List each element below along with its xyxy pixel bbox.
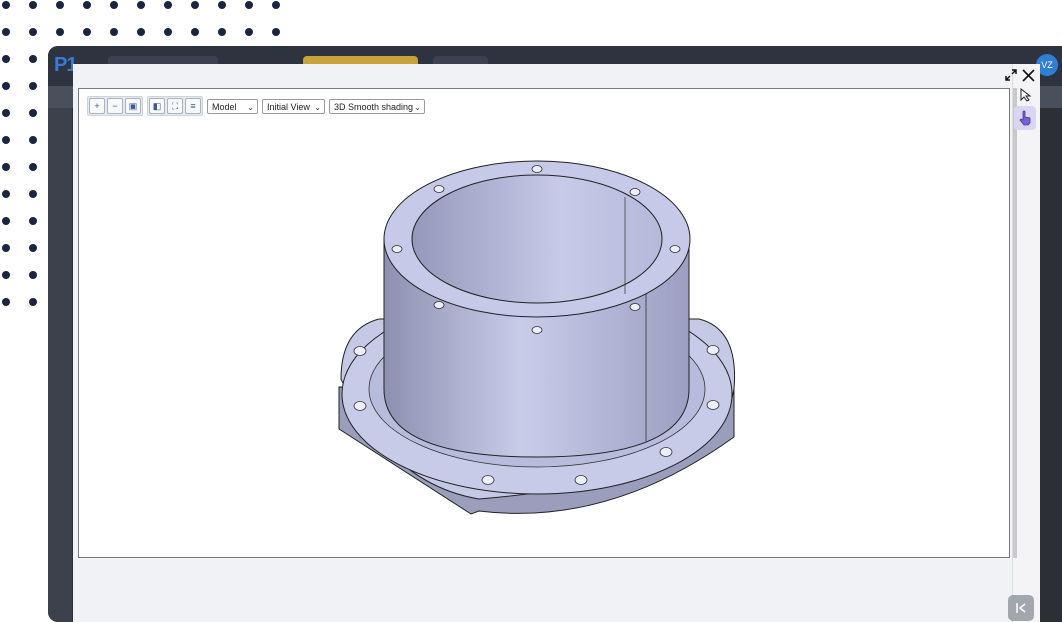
- camera-select[interactable]: Initial View ⌄: [262, 98, 325, 114]
- chevron-down-icon: ⌄: [314, 102, 321, 112]
- maximize-icon[interactable]: [1003, 67, 1019, 83]
- model-select-value: Model: [212, 101, 237, 112]
- decorative-dot: [110, 28, 118, 36]
- decorative-dot: [29, 136, 37, 144]
- decorative-dot: [110, 1, 118, 9]
- decorative-dot: [2, 190, 10, 198]
- layers-icon[interactable]: ≡: [185, 98, 201, 114]
- decorative-dot: [2, 82, 10, 90]
- decorative-dot: [29, 109, 37, 117]
- decorative-dot: [2, 217, 10, 225]
- decorative-dot: [29, 55, 37, 63]
- decorative-dot: [245, 1, 253, 9]
- decorative-dot: [137, 28, 145, 36]
- fullscreen-icon[interactable]: ⛶: [167, 98, 183, 114]
- decorative-dot: [2, 298, 10, 306]
- close-icon[interactable]: [1019, 66, 1037, 84]
- decorative-dot: [137, 1, 145, 9]
- camera-select-value: Initial View: [267, 101, 310, 112]
- decorative-dot: [29, 82, 37, 90]
- zoom-window-icon[interactable]: ▣: [125, 98, 141, 114]
- decorative-dot: [29, 28, 37, 36]
- decorative-dot: [29, 163, 37, 171]
- decorative-dot: [191, 28, 199, 36]
- decorative-dot: [2, 136, 10, 144]
- decorative-dot: [2, 1, 10, 9]
- right-tool-strip: [1012, 64, 1040, 622]
- decorative-dot: [29, 298, 37, 306]
- decorative-dot: [218, 28, 226, 36]
- chevron-down-icon: ⌄: [247, 102, 254, 112]
- decorative-dot: [56, 1, 64, 9]
- decorative-dot: [29, 244, 37, 252]
- decorative-dot: [218, 1, 226, 9]
- cad-viewport[interactable]: + − ▣ ◧ ⛶ ≡ Model ⌄ Initial View ⌄ 3D Sm…: [78, 88, 1010, 558]
- decorative-dot: [164, 28, 172, 36]
- decorative-dot: [56, 28, 64, 36]
- zoom-tools: + − ▣: [87, 96, 143, 116]
- fit-view-icon[interactable]: ◧: [149, 98, 165, 114]
- decorative-dot: [245, 28, 253, 36]
- arrow-pointer-icon[interactable]: [1017, 86, 1035, 104]
- decorative-dot: [2, 109, 10, 117]
- decorative-dot: [83, 28, 91, 36]
- decorative-dot: [2, 55, 10, 63]
- zoom-out-icon[interactable]: −: [107, 98, 123, 114]
- cad-viewer-modal: + − ▣ ◧ ⛶ ≡ Model ⌄ Initial View ⌄ 3D Sm…: [73, 64, 1040, 622]
- cad-model[interactable]: [79, 89, 1009, 557]
- decorative-dot: [83, 1, 91, 9]
- view-tools: ◧ ⛶ ≡: [147, 96, 203, 116]
- decorative-dot: [272, 1, 280, 9]
- decorative-dot: [29, 190, 37, 198]
- decorative-dot: [29, 1, 37, 9]
- viewer-toolbar: + − ▣ ◧ ⛶ ≡ Model ⌄ Initial View ⌄ 3D Sm…: [87, 96, 425, 116]
- scrollbar[interactable]: [1013, 88, 1017, 558]
- app-sidebar: [48, 108, 72, 622]
- decorative-dot: [2, 28, 10, 36]
- decorative-dot: [29, 271, 37, 279]
- hand-pointer-icon[interactable]: [1014, 106, 1036, 130]
- decorative-dot: [2, 244, 10, 252]
- render-mode-select[interactable]: 3D Smooth shading ⌄: [329, 98, 425, 114]
- decorative-dot: [272, 28, 280, 36]
- chevron-down-icon: ⌄: [414, 102, 421, 112]
- decorative-dot: [191, 1, 199, 9]
- render-mode-value: 3D Smooth shading: [334, 101, 414, 112]
- decorative-dot: [164, 1, 172, 9]
- zoom-in-icon[interactable]: +: [89, 98, 105, 114]
- decorative-dot: [2, 271, 10, 279]
- model-select[interactable]: Model ⌄: [207, 98, 258, 114]
- collapse-left-icon[interactable]: [1008, 595, 1034, 621]
- decorative-dot: [29, 217, 37, 225]
- decorative-dot: [2, 163, 10, 171]
